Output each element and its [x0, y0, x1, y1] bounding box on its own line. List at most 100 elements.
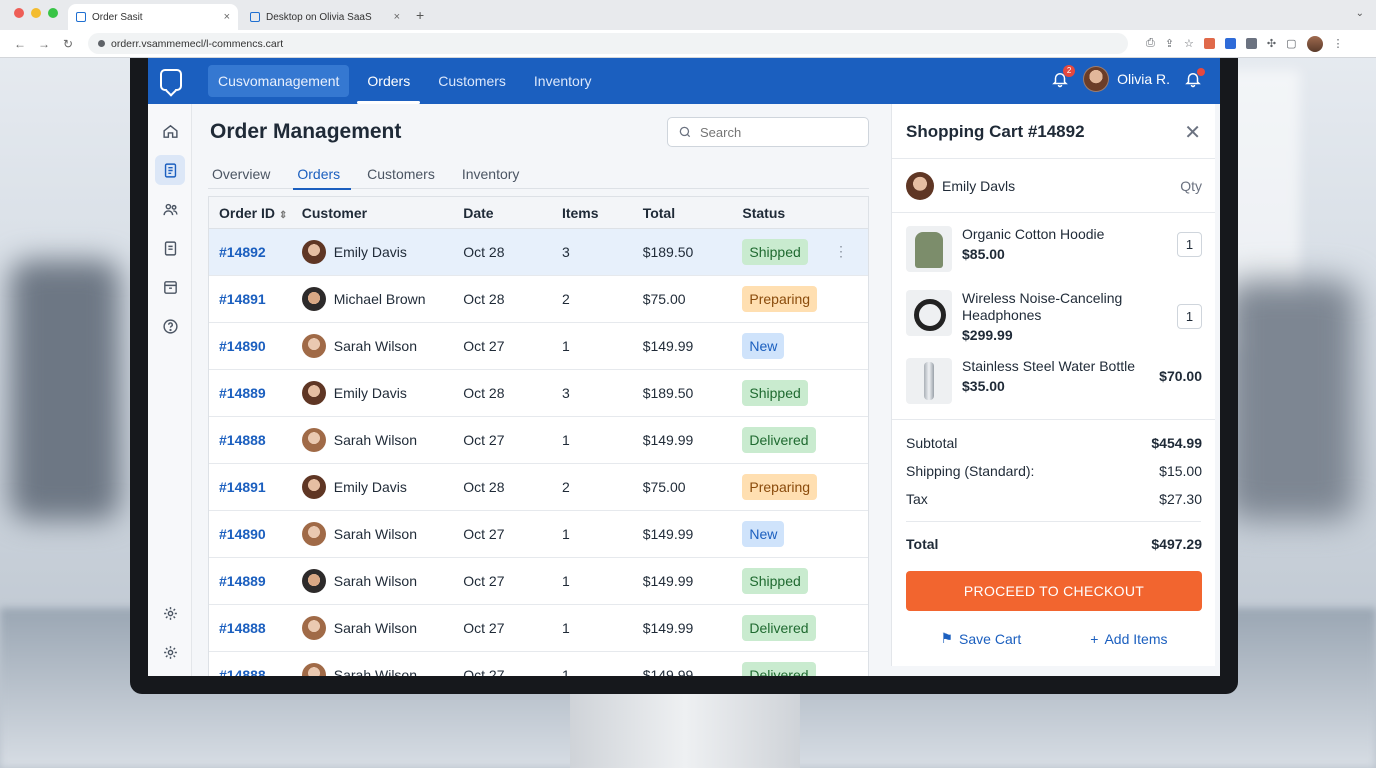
tab-orders[interactable]: Orders: [293, 158, 351, 190]
table-row[interactable]: #14888 Sarah Wilson Oct 27 1 $149.99 Del…: [209, 605, 868, 652]
order-items: 1: [561, 620, 570, 636]
order-date: Oct 27: [463, 432, 505, 448]
back-icon[interactable]: ←: [8, 37, 32, 51]
help-icon[interactable]: [155, 311, 185, 341]
close-icon[interactable]: ✕: [1184, 120, 1201, 145]
order-id-link[interactable]: #14888: [209, 432, 302, 448]
tab-close-icon[interactable]: ×: [394, 11, 400, 23]
address-bar-row: ← → ↻ orderr.vsammemecl/l-commencs.cart …: [0, 30, 1376, 57]
extension-icon[interactable]: [1224, 38, 1236, 49]
url-field[interactable]: orderr.vsammemecl/l-commencs.cart: [88, 33, 1128, 54]
bookmark-star-icon[interactable]: ☆: [1184, 37, 1194, 50]
column-header-date[interactable]: Date: [463, 205, 562, 221]
table-row[interactable]: #14890 Sarah Wilson Oct 27 1 $149.99 New: [209, 323, 868, 370]
browser-tab-1[interactable]: Order Sasit ×: [68, 4, 238, 30]
search-input[interactable]: [700, 124, 860, 140]
order-total: $149.99: [642, 432, 694, 448]
tab-customers[interactable]: Customers: [363, 158, 446, 189]
maximize-window-button[interactable]: [48, 8, 58, 18]
table-row[interactable]: #14892 Emily Davis Oct 28 3 $189.50 Ship…: [209, 229, 868, 276]
order-id-link[interactable]: #14888: [209, 667, 302, 676]
order-id-link[interactable]: #14891: [209, 479, 302, 495]
table-row[interactable]: #14889 Emily Davis Oct 28 3 $189.50 Ship…: [209, 370, 868, 417]
order-id-link[interactable]: #14889: [209, 385, 302, 401]
nav-item-management[interactable]: Cusvomanagement: [208, 65, 350, 97]
add-items-button[interactable]: + Add Items: [1090, 630, 1167, 647]
nav-item-orders[interactable]: Orders: [357, 65, 421, 104]
notifications-bell-icon[interactable]: 2: [1051, 65, 1076, 88]
subtotal-value: $454.99: [1151, 435, 1202, 451]
proceed-to-checkout-button[interactable]: PROCEED TO CHECKOUT: [906, 571, 1202, 611]
close-window-button[interactable]: [14, 8, 24, 18]
reports-icon[interactable]: [155, 233, 185, 263]
total-value: $497.29: [1151, 536, 1202, 552]
order-items: 3: [561, 244, 570, 260]
column-header-items[interactable]: Items: [562, 205, 643, 221]
order-id-link[interactable]: #14889: [209, 573, 302, 589]
preferences-gear-icon[interactable]: [155, 637, 185, 667]
install-icon[interactable]: ⎙: [1146, 37, 1155, 50]
settings-icon[interactable]: [155, 598, 185, 628]
app-header: Cusvomanagement Orders Customers Invento…: [148, 58, 1220, 104]
share-icon[interactable]: ⇪: [1165, 37, 1174, 50]
quantity-field[interactable]: 1: [1177, 232, 1202, 257]
extension-icon[interactable]: [1203, 38, 1215, 49]
save-cart-button[interactable]: ⚑ Save Cart: [940, 630, 1021, 647]
table-row[interactable]: #14891 Michael Brown Oct 28 2 $75.00 Pre…: [209, 276, 868, 323]
column-header-customer[interactable]: Customer: [302, 205, 464, 221]
nav-item-customers[interactable]: Customers: [428, 65, 516, 97]
puzzle-icon[interactable]: ✣: [1267, 37, 1276, 50]
status-badge: Shipped: [742, 380, 808, 406]
order-id-link[interactable]: #14891: [209, 291, 302, 307]
table-row[interactable]: #14888 Sarah Wilson Oct 27 1 $149.99 Del…: [209, 652, 868, 676]
table-row[interactable]: #14888 Sarah Wilson Oct 27 1 $149.99 Del…: [209, 417, 868, 464]
customer-name: Sarah Wilson: [333, 526, 418, 542]
tab-list-chevron-icon[interactable]: ⌄: [1356, 8, 1364, 19]
site-info-icon[interactable]: [98, 40, 105, 47]
order-id-link[interactable]: #14890: [209, 526, 302, 542]
search-box[interactable]: [667, 117, 869, 147]
user-menu[interactable]: Olivia R.: [1083, 66, 1170, 92]
app-logo-icon[interactable]: [160, 69, 182, 91]
sub-tabs: Overview Orders Customers Inventory: [208, 158, 869, 190]
nav-item-inventory[interactable]: Inventory: [524, 65, 602, 97]
order-items: 1: [561, 526, 570, 542]
qty-header: Qty: [1180, 178, 1202, 194]
sort-icon[interactable]: ⇕: [279, 210, 287, 221]
table-row[interactable]: #14889 Sarah Wilson Oct 27 1 $149.99 Shi…: [209, 558, 868, 605]
profile-avatar[interactable]: [1306, 35, 1323, 52]
alerts-bell-icon[interactable]: [1184, 68, 1205, 88]
order-id-link[interactable]: #14888: [209, 620, 302, 636]
url-text: orderr.vsammemecl/l-commencs.cart: [111, 37, 284, 50]
reload-icon[interactable]: ↻: [56, 37, 80, 51]
customer-avatar: [301, 381, 326, 405]
quantity-field[interactable]: 1: [1177, 304, 1202, 329]
browser-tab-2[interactable]: Desktop on Olivia SaaS ×: [242, 4, 408, 30]
order-id-link[interactable]: #14890: [209, 338, 302, 354]
table-row[interactable]: #14891 Emily Davis Oct 28 2 $75.00 Prepa…: [209, 464, 868, 511]
tab-overview[interactable]: Overview: [208, 158, 281, 189]
status-badge: New: [742, 521, 785, 547]
cart-item-price: $85.00: [962, 246, 1005, 262]
order-date: Oct 27: [463, 573, 505, 589]
row-actions-kebab-icon[interactable]: ⋮: [834, 243, 848, 260]
new-tab-button[interactable]: +: [416, 7, 424, 23]
column-header-status[interactable]: Status: [742, 205, 868, 221]
extension-icon[interactable]: [1245, 38, 1257, 49]
customer-avatar: [301, 240, 326, 264]
column-header-total[interactable]: Total: [643, 205, 743, 221]
archive-icon[interactable]: [155, 272, 185, 302]
menu-kebab-icon[interactable]: ⋮: [1333, 37, 1344, 50]
customer-avatar: [301, 334, 326, 358]
tab-close-icon[interactable]: ×: [224, 11, 230, 23]
customers-icon[interactable]: [155, 194, 185, 224]
sidebar-icon[interactable]: ▢: [1286, 37, 1296, 50]
home-icon[interactable]: [155, 116, 185, 146]
minimize-window-button[interactable]: [31, 8, 41, 18]
tab-inventory[interactable]: Inventory: [458, 158, 531, 189]
table-row[interactable]: #14890 Sarah Wilson Oct 27 1 $149.99 New: [209, 511, 868, 558]
orders-icon[interactable]: [155, 155, 185, 185]
column-header-order-id[interactable]: Order ID ⇕: [209, 205, 302, 221]
order-id-link[interactable]: #14892: [209, 244, 302, 260]
forward-icon[interactable]: →: [32, 37, 56, 51]
